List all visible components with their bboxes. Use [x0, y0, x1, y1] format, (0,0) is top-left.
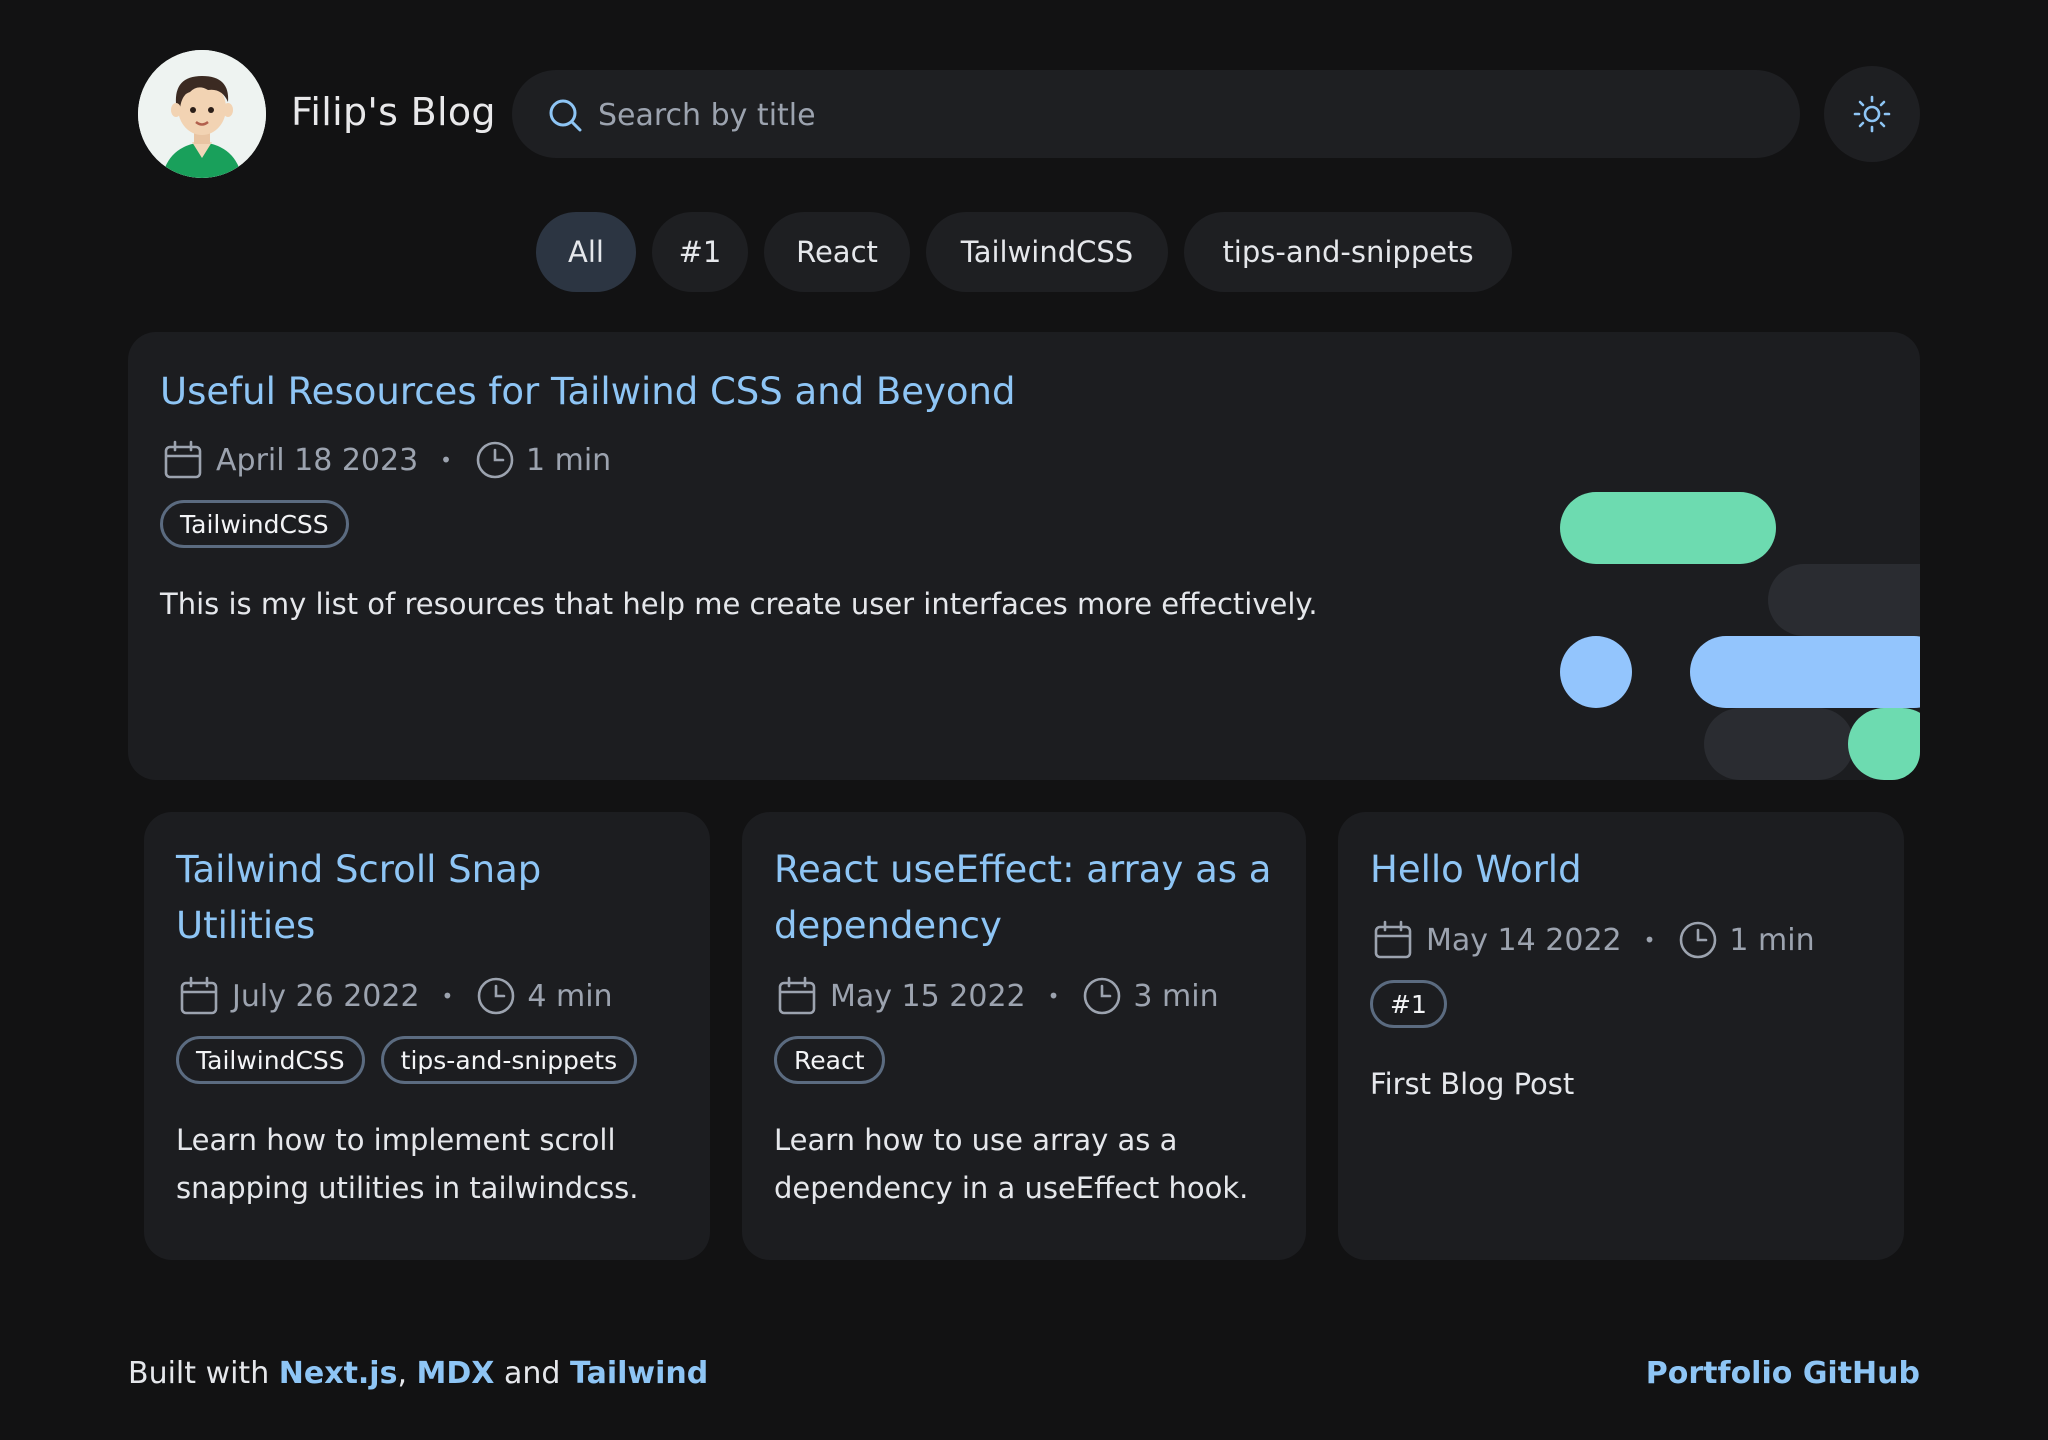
description-line: snapping utilities in tailwindcss. [176, 1171, 639, 1205]
clock-icon [476, 441, 514, 479]
filter-tips-and-snippets[interactable]: tips-and-snippets [1184, 212, 1512, 292]
sun-icon [1853, 95, 1891, 133]
post-title-line: Tailwind Scroll Snap [176, 848, 542, 891]
clock-icon [478, 977, 515, 1015]
nextjs-link[interactable]: Next.js [279, 1356, 398, 1391]
post-date: April 18 2023 [216, 442, 419, 478]
post-title[interactable]: React useEffect: array as a dependency [774, 842, 1271, 954]
search-bar[interactable] [512, 70, 1800, 158]
filter-react[interactable]: React [764, 212, 910, 292]
read-time: 1 min [1729, 922, 1815, 958]
post-tags: React [774, 1036, 885, 1084]
post-title-line: dependency [774, 904, 1002, 947]
built-with-text: Built with [128, 1356, 270, 1391]
post-card[interactable]: Hello World May 14 2022 • 1 min #1 First… [1338, 812, 1904, 1260]
post-title[interactable]: Hello World [1370, 842, 1582, 898]
post-description: Learn how to implement scroll snapping u… [176, 1116, 639, 1212]
tag-tips-and-snippets[interactable]: tips-and-snippets [380, 1036, 638, 1084]
post-tags: #1 [1370, 980, 1447, 1028]
tailwind-link[interactable]: Tailwind [570, 1356, 708, 1391]
portfolio-link[interactable]: Portfolio [1646, 1356, 1793, 1391]
post-title[interactable]: Useful Resources for Tailwind CSS and Be… [160, 364, 1016, 420]
post-tags: TailwindCSS [160, 500, 349, 548]
calendar-icon [164, 440, 202, 479]
meta-separator: • [441, 984, 454, 1008]
tag-tailwindcss[interactable]: TailwindCSS [176, 1036, 365, 1084]
meta-separator: • [440, 448, 452, 472]
post-meta: May 14 2022 • 1 min [1372, 916, 1815, 964]
filter-all[interactable]: All [536, 212, 636, 292]
post-description: First Blog Post [1370, 1067, 1575, 1101]
post-title[interactable]: Tailwind Scroll Snap Utilities [176, 842, 541, 954]
post-title-line: React useEffect: array as a [774, 848, 1272, 891]
post-meta: July 26 2022 • 4 min [178, 972, 613, 1020]
calendar-icon [1374, 920, 1412, 959]
avatar-illustration [138, 50, 266, 178]
read-time: 4 min [527, 978, 613, 1014]
github-link[interactable]: GitHub [1803, 1356, 1920, 1391]
footer-links: Portfolio GitHub [1646, 1356, 1920, 1391]
clock-icon [1680, 921, 1717, 959]
site-title[interactable]: Filip's Blog [291, 90, 496, 134]
tag-react[interactable]: React [774, 1036, 885, 1084]
tag-filter-bar: All #1 React TailwindCSS tips-and-snippe… [0, 212, 2048, 292]
tag-hash1[interactable]: #1 [1370, 980, 1447, 1028]
search-icon [549, 99, 582, 132]
description-line: dependency in a useEffect hook. [774, 1171, 1249, 1205]
comma-text: , [397, 1356, 407, 1391]
post-title-line: Utilities [176, 904, 316, 947]
search-input[interactable] [596, 88, 1750, 142]
mdx-link[interactable]: MDX [417, 1356, 495, 1391]
tag-tailwindcss[interactable]: TailwindCSS [160, 500, 349, 548]
description-line: Learn how to implement scroll [176, 1123, 616, 1157]
post-card[interactable]: React useEffect: array as a dependency M… [742, 812, 1306, 1260]
post-date: July 26 2022 [232, 978, 420, 1014]
post-tags: TailwindCSS tips-and-snippets [176, 1036, 638, 1084]
post-date: May 15 2022 [830, 978, 1026, 1014]
post-description: This is my list of resources that help m… [160, 587, 1318, 621]
avatar[interactable] [138, 50, 266, 178]
post-card[interactable]: Tailwind Scroll Snap Utilities July 26 2… [144, 812, 710, 1260]
clock-icon [1084, 977, 1121, 1015]
and-text: and [503, 1356, 561, 1391]
meta-separator: • [1047, 984, 1060, 1008]
filter-tailwindcss[interactable]: TailwindCSS [926, 212, 1168, 292]
featured-post-card[interactable]: Useful Resources for Tailwind CSS and Be… [128, 332, 1920, 780]
calendar-icon [180, 976, 218, 1015]
filter-hash1[interactable]: #1 [652, 212, 748, 292]
read-time: 1 min [525, 442, 612, 478]
post-meta: April 18 2023 • 1 min [162, 436, 611, 484]
calendar-icon [778, 976, 816, 1015]
footer-credits: Built with Next.js, MDX and Tailwind [128, 1356, 708, 1391]
read-time: 3 min [1133, 978, 1219, 1014]
post-meta: May 15 2022 • 3 min [776, 972, 1219, 1020]
post-date: May 14 2022 [1426, 922, 1622, 958]
post-description: Learn how to use array as a dependency i… [774, 1116, 1248, 1212]
description-line: Learn how to use array as a [774, 1123, 1178, 1157]
theme-toggle-button[interactable] [1824, 66, 1920, 162]
meta-separator: • [1643, 928, 1656, 952]
post-title-line: Hello World [1370, 848, 1582, 891]
featured-illustration [1560, 492, 1920, 780]
